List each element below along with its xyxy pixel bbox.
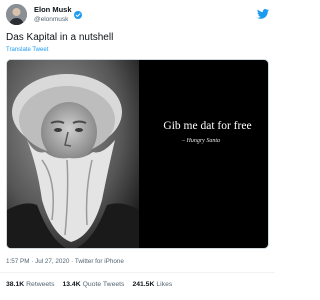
engagement-stats: 38.1K Retweets 13.4K Quote Tweets 241.5K Li… [6,281,172,288]
retweets-label: Retweets [26,281,55,288]
media-quote-attribution: – Hungry Santa [182,138,220,144]
portrait-image [7,60,139,248]
verified-badge-icon [73,6,82,19]
author-block: Elon Musk @elonmusk [34,4,82,25]
retweets-stat[interactable]: 38.1K Retweets [6,281,54,288]
divider [0,272,275,273]
tweet-text: Das Kapital in a nutshell [6,32,114,43]
translate-tweet-link[interactable]: Translate Tweet [6,47,48,53]
display-name[interactable]: Elon Musk [34,4,72,15]
tweet-meta: 1:57 PM · Jul 27, 2020 · Twitter for iPh… [6,258,124,265]
quote-tweets-stat[interactable]: 13.4K Quote Tweets [62,281,124,288]
media-quote-text: Gib me dat for free [163,120,252,132]
tweet-time[interactable]: 1:57 PM [6,258,29,265]
likes-count: 241.5K [132,281,155,288]
tweet-media-image[interactable]: Gib me dat for free – Hungry Santa [6,59,269,249]
quote-tweets-label: Quote Tweets [82,281,125,288]
tweet-source[interactable]: Twitter for iPhone [75,258,124,265]
tweet-date[interactable]: Jul 27, 2020 [35,258,69,265]
likes-label: Likes [156,281,173,288]
meta-separator: · [31,258,34,265]
quote-tweets-count: 13.4K [62,281,81,288]
meta-separator: · [71,258,74,265]
retweets-count: 38.1K [6,281,25,288]
avatar[interactable] [6,4,27,25]
twitter-bird-icon[interactable] [257,6,269,19]
tweet-header: Elon Musk @elonmusk [6,4,269,26]
likes-stat[interactable]: 241.5K Likes [132,281,172,288]
